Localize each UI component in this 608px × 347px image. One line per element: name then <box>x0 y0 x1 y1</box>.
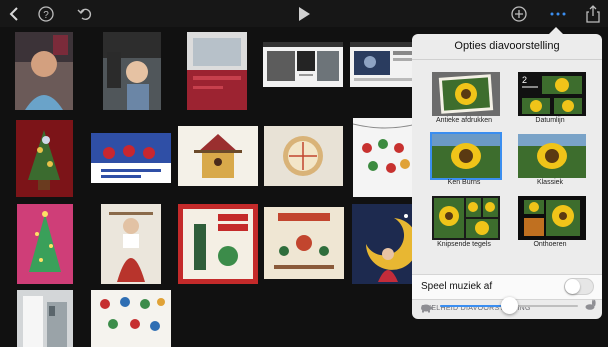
style-label: Klassiek <box>536 179 564 186</box>
photo-thumbnail[interactable] <box>101 204 161 284</box>
style-thumbnail: 2 <box>516 70 588 118</box>
photo-thumbnail[interactable] <box>17 204 73 284</box>
style-label: Onthoeren <box>533 241 567 248</box>
style-ken-burns[interactable]: Ken Burns <box>424 130 504 188</box>
popover-title: Opties diavoorstelling <box>412 34 602 60</box>
style-classic[interactable]: Klassiek <box>510 130 590 188</box>
photo-thumbnail[interactable] <box>17 290 73 347</box>
photo-thumbnail[interactable] <box>16 120 73 197</box>
more-icon[interactable] <box>548 4 568 24</box>
photo-thumbnail[interactable] <box>91 290 171 347</box>
play-icon[interactable] <box>294 4 314 24</box>
style-label: Ken Burns <box>447 179 481 186</box>
style-label: Datumlijn <box>535 117 565 124</box>
style-thumbnail <box>516 132 588 180</box>
style-label: Knipsende tegels <box>437 241 491 248</box>
slideshow-style-list: Antieke afdrukken 2 Datumlijn Ken Burns … <box>412 60 602 274</box>
slideshow-options-popover: Opties diavoorstelling Antieke afdrukken… <box>412 27 602 319</box>
photo-thumbnail[interactable] <box>15 32 73 110</box>
share-icon[interactable] <box>583 4 603 24</box>
back-icon[interactable] <box>5 4 25 24</box>
style-label: Antieke afdrukken <box>435 117 493 124</box>
photo-thumbnail[interactable] <box>91 133 171 183</box>
photo-thumbnail[interactable] <box>178 204 258 284</box>
style-reveal[interactable]: Onthoeren <box>510 192 590 250</box>
add-icon[interactable] <box>509 4 529 24</box>
help-icon[interactable]: ? <box>36 4 56 24</box>
style-thumbnail <box>430 132 502 180</box>
speed-slider-thumb[interactable] <box>501 297 518 314</box>
style-thumbnail <box>516 194 588 242</box>
photo-thumbnail[interactable] <box>178 126 258 186</box>
style-antique-prints[interactable]: Antieke afdrukken <box>424 68 504 126</box>
toolbar: ? <box>0 0 608 27</box>
photo-thumbnail[interactable] <box>353 118 417 197</box>
turtle-icon <box>419 300 433 313</box>
play-music-label: Speel muziek af <box>421 281 493 292</box>
photo-thumbnail[interactable] <box>263 42 343 87</box>
style-thumbnail <box>430 194 502 242</box>
photo-thumbnail[interactable] <box>187 32 247 110</box>
style-thumbnail <box>430 70 502 118</box>
hare-icon <box>584 298 596 310</box>
svg-text:2: 2 <box>522 75 527 85</box>
photo-thumbnail[interactable] <box>350 42 418 87</box>
style-timeline[interactable]: 2 Datumlijn <box>510 68 590 126</box>
style-flipping-tiles[interactable]: Knipsende tegels <box>424 192 504 250</box>
speed-slider-fill <box>440 305 509 307</box>
photo-thumbnail[interactable] <box>264 126 343 186</box>
photo-thumbnail[interactable] <box>264 207 344 279</box>
undo-icon[interactable] <box>75 4 95 24</box>
speed-slider-row <box>412 292 602 319</box>
svg-text:?: ? <box>43 10 49 21</box>
photo-thumbnail[interactable] <box>352 204 418 284</box>
photo-thumbnail[interactable] <box>103 32 161 110</box>
